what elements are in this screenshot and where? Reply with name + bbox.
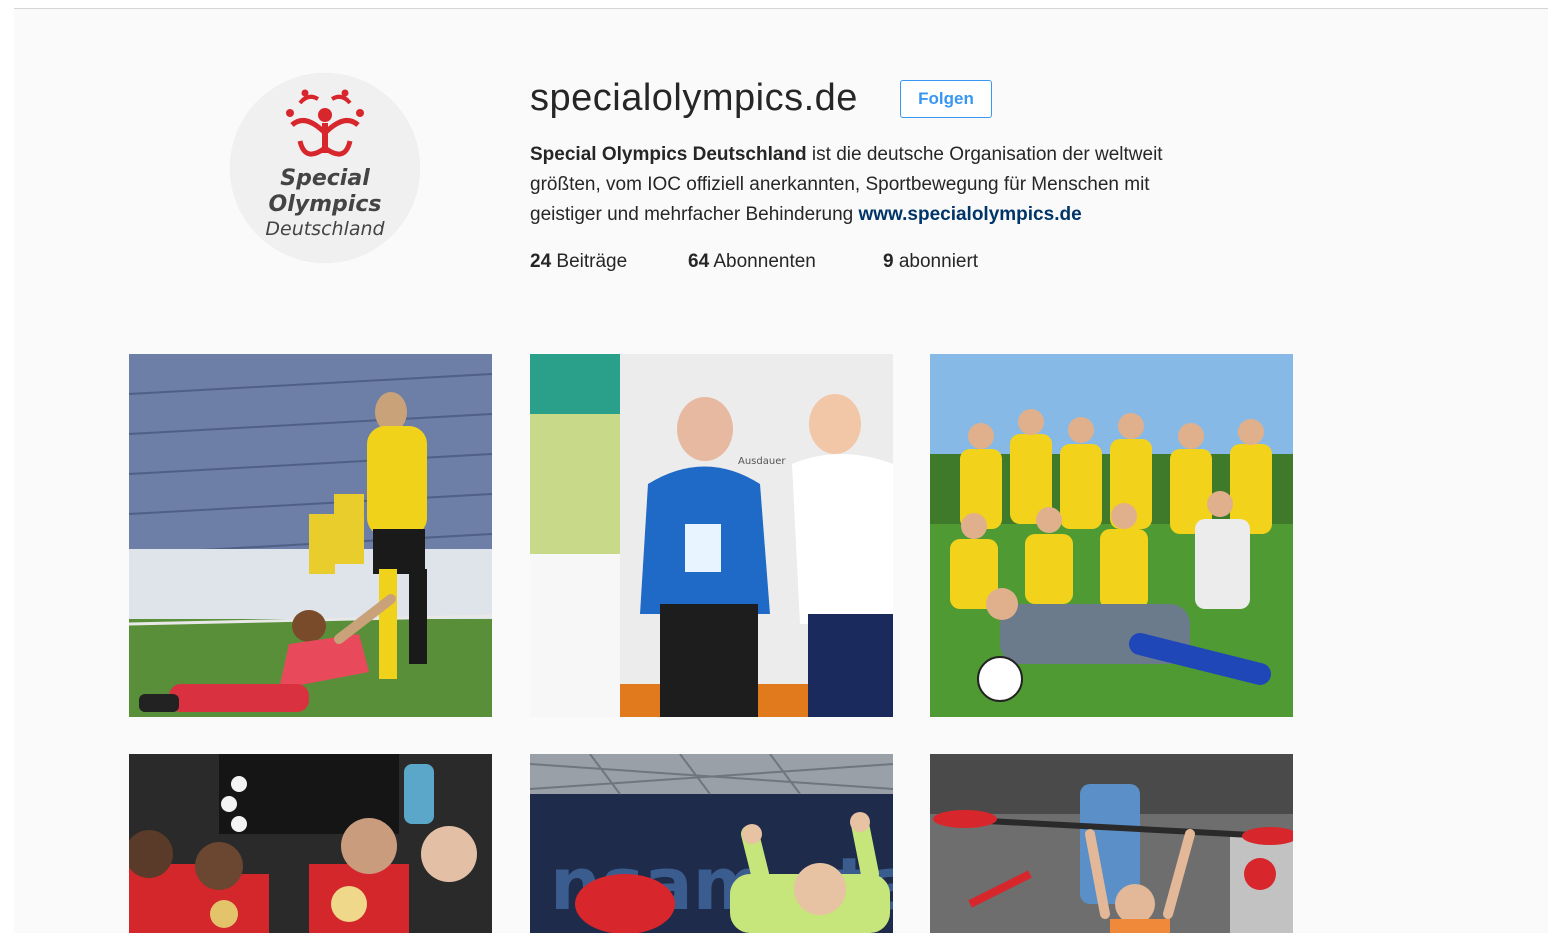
svg-text:Ausdauer: Ausdauer <box>738 456 786 467</box>
posts-count: 24 <box>530 251 552 272</box>
post-cheering-stage[interactable]: nsam sta <box>530 754 893 933</box>
bio-website-link[interactable]: www.specialolympics.de <box>858 204 1081 225</box>
svg-text:Special: Special <box>280 166 370 191</box>
post-soccer-handshake[interactable] <box>129 354 492 717</box>
following-label: abonniert <box>898 251 979 272</box>
bio-text-1: ist die deutsche Organisation der weltwe… <box>806 144 1163 165</box>
posts-label: Beiträge <box>556 251 628 272</box>
post-team-celebration[interactable] <box>930 354 1293 717</box>
followers-label: Abonnenten <box>713 251 816 272</box>
post-medal-winners[interactable] <box>129 754 492 933</box>
bio-line-3: geistiger und mehrfacher Behinderung www… <box>530 200 1250 230</box>
profile-username: specialolympics.de <box>530 77 858 119</box>
profile-page: Special Olympics Deutschland specialolym… <box>14 8 1548 933</box>
photo-kayak-paddle <box>930 754 1293 933</box>
bio-line-2: größten, vom IOC offiziell anerkannten, … <box>530 174 1150 195</box>
svg-text:Deutschland: Deutschland <box>265 218 385 240</box>
post-kayak-paddle[interactable] <box>930 754 1293 933</box>
stat-following[interactable]: 9 abonniert <box>883 247 978 277</box>
profile-avatar[interactable]: Special Olympics Deutschland <box>230 73 420 263</box>
photo-soccer-handshake <box>129 354 492 717</box>
follow-button[interactable]: Folgen <box>900 80 992 118</box>
photo-two-people-booth: Ausdauer <box>530 354 893 717</box>
post-two-people-booth[interactable]: Ausdauer <box>530 354 893 717</box>
bio-text-3: geistiger und mehrfacher Behinderung <box>530 204 859 225</box>
stat-followers[interactable]: 64 Abonnenten <box>688 247 816 277</box>
bio-line-1: Special Olympics Deutschland ist die deu… <box>530 140 1250 170</box>
special-olympics-logo-icon: Special Olympics Deutschland <box>230 73 420 263</box>
photo-team-celebration <box>930 354 1293 717</box>
photo-cheering-stage: nsam sta <box>530 754 893 933</box>
following-count: 9 <box>883 251 894 272</box>
followers-count: 64 <box>688 251 710 272</box>
stat-posts: 24 Beiträge <box>530 247 627 277</box>
photo-medal-winners <box>129 754 492 933</box>
bio-name: Special Olympics Deutschland <box>530 144 807 165</box>
profile-bio: Special Olympics Deutschland ist die deu… <box>530 140 1250 230</box>
svg-text:Olympics: Olympics <box>269 192 382 217</box>
